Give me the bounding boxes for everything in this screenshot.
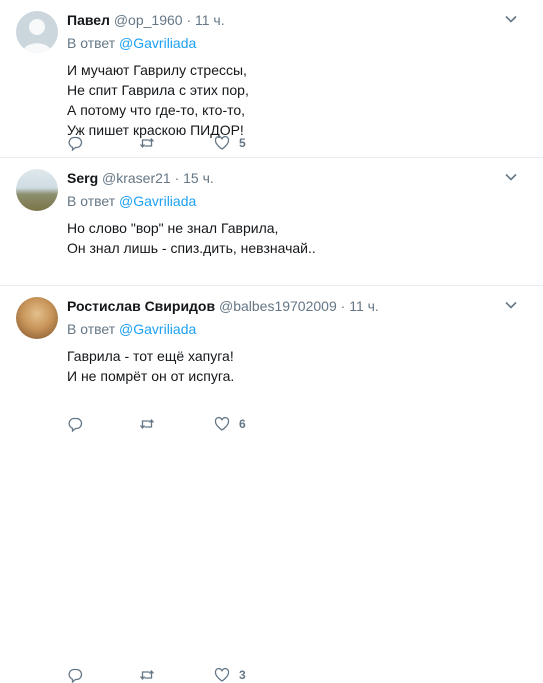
avatar[interactable]: [16, 297, 58, 339]
tweet-text: Гаврила - тот ещё хапуга! И не помрёт он…: [67, 348, 235, 384]
speech-bubble-icon: [68, 136, 83, 151]
user-name[interactable]: Павел: [67, 12, 110, 28]
tweet-header: Павел @op_1960 · 11 ч.: [67, 11, 529, 29]
chevron-down-icon[interactable]: [504, 12, 518, 26]
reply-context: В ответ @Gavriliada: [67, 34, 529, 52]
tweet-time[interactable]: · 15 ч.: [175, 170, 214, 186]
retweet-button[interactable]: [139, 667, 155, 683]
retweet-icon: [139, 137, 155, 149]
reply-button[interactable]: [67, 416, 83, 432]
chevron-down-icon[interactable]: [504, 298, 518, 312]
reply-prefix: В ответ: [67, 193, 116, 209]
retweet-button[interactable]: [139, 416, 155, 432]
avatar[interactable]: [16, 11, 58, 53]
like-button[interactable]: 3: [214, 667, 246, 683]
tweet-header: Ростислав Свиридов @balbes19702009 · 11 …: [67, 297, 529, 315]
tweet-item[interactable]: Ростислав Свиридов @balbes19702009 · 11 …: [0, 286, 543, 683]
reply-mention-link[interactable]: @Gavriliada: [119, 35, 196, 51]
user-name[interactable]: Serg: [67, 170, 98, 186]
avatar[interactable]: [16, 169, 58, 211]
user-handle[interactable]: @kraser21: [102, 170, 171, 186]
retweet-icon: [139, 669, 155, 681]
retweet-icon: [139, 418, 155, 430]
retweet-button[interactable]: [139, 135, 155, 151]
chevron-down-icon[interactable]: [504, 170, 518, 184]
heart-icon: [214, 667, 230, 682]
speech-bubble-icon: [68, 668, 83, 683]
reply-prefix: В ответ: [67, 321, 116, 337]
reply-button[interactable]: [67, 135, 83, 151]
reply-context: В ответ @Gavriliada: [67, 192, 529, 210]
user-handle[interactable]: @balbes19702009: [219, 298, 337, 314]
like-count: 6: [239, 417, 246, 431]
default-avatar-icon: [22, 19, 52, 53]
speech-bubble-icon: [68, 417, 83, 432]
reply-mention-link[interactable]: @Gavriliada: [119, 193, 196, 209]
user-handle[interactable]: @op_1960: [114, 12, 183, 28]
reply-prefix: В ответ: [67, 35, 116, 51]
tweet-item[interactable]: Serg @kraser21 · 15 ч. В ответ @Gavrilia…: [0, 158, 543, 432]
reply-mention-link[interactable]: @Gavriliada: [119, 321, 196, 337]
heart-icon: [214, 416, 230, 431]
tweet-item[interactable]: Павел @op_1960 · 11 ч. В ответ @Gavrilia…: [0, 0, 543, 158]
heart-icon: [214, 135, 230, 150]
user-name[interactable]: Ростислав Свиридов: [67, 298, 215, 314]
tweet-header: Serg @kraser21 · 15 ч.: [67, 169, 529, 187]
tweet-text: Но слово "вор" не знал Гаврила, Он знал …: [67, 220, 316, 256]
reply-button[interactable]: [67, 667, 83, 683]
tweet-time[interactable]: · 11 ч.: [341, 298, 379, 314]
reply-context: В ответ @Gavriliada: [67, 320, 529, 338]
tweet-time[interactable]: · 11 ч.: [186, 12, 224, 28]
tweet-text: И мучают Гаврилу стрессы, Не спит Гаврил…: [67, 62, 249, 138]
like-count: 5: [239, 136, 246, 150]
like-count: 3: [239, 668, 246, 682]
like-button[interactable]: 6: [214, 416, 246, 432]
like-button[interactable]: 5: [214, 135, 246, 151]
